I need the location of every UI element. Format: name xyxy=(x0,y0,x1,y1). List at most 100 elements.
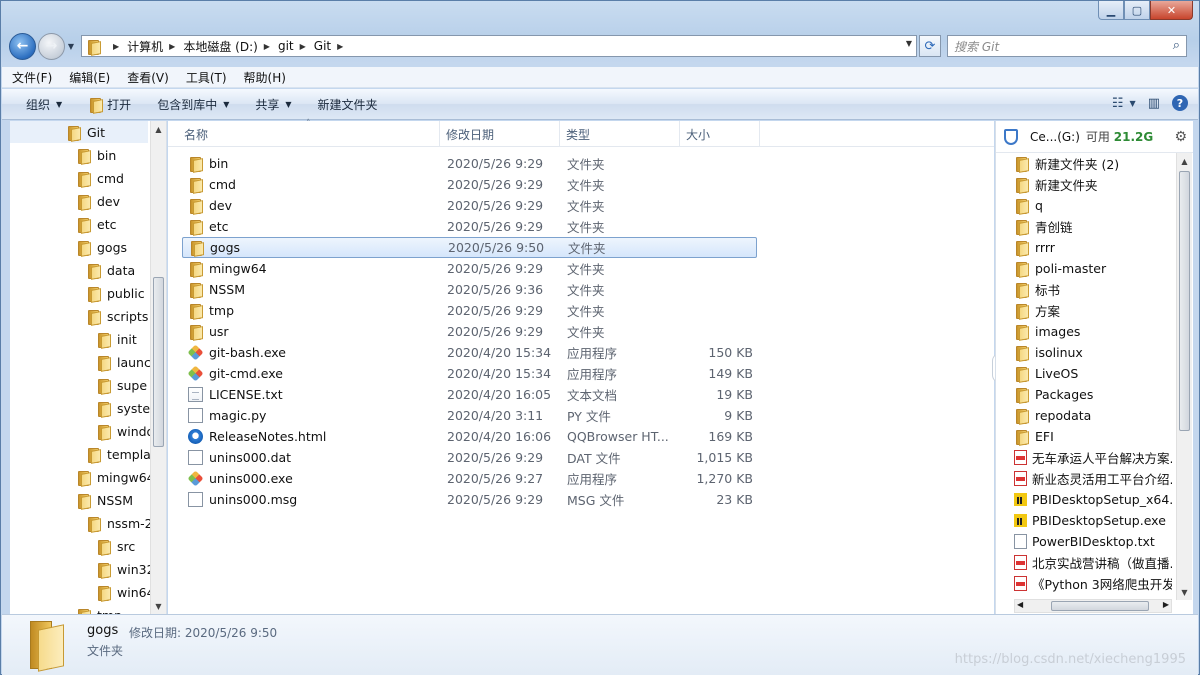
menu-edit[interactable]: 编辑(E) xyxy=(69,69,110,86)
file-row[interactable]: mingw64 2020/5/26 9:29 文件夹 xyxy=(182,258,757,279)
back-button[interactable]: ← xyxy=(9,32,36,60)
tree-item-bin[interactable]: bin xyxy=(76,144,116,166)
tree-scrollbar[interactable]: ▲ ▼ xyxy=(150,121,166,614)
tree-item-nssm[interactable]: NSSM xyxy=(76,489,133,511)
file-row[interactable]: magic.py 2020/4/20 3:11 PY 文件 9 KB xyxy=(182,405,757,426)
tree-item-win64[interactable]: win64 xyxy=(96,581,155,603)
history-dropdown-icon[interactable]: ▼ xyxy=(65,42,77,51)
tree-item-nssm-2[interactable]: nssm-2 xyxy=(86,512,153,534)
view-dropdown-icon[interactable]: ▼ xyxy=(1130,99,1136,108)
side-pane-item[interactable]: 方案 xyxy=(1014,300,1172,321)
file-row[interactable]: LICENSE.txt 2020/4/20 16:05 文本文档 19 KB xyxy=(182,384,757,405)
file-row[interactable]: git-cmd.exe 2020/4/20 15:34 应用程序 149 KB xyxy=(182,363,757,384)
share-button[interactable]: 共享 ▼ xyxy=(255,96,291,113)
tree-item-scripts[interactable]: scripts xyxy=(86,305,148,327)
side-pane-item[interactable]: rrrr xyxy=(1014,237,1172,258)
file-row[interactable]: tmp 2020/5/26 9:29 文件夹 xyxy=(182,300,757,321)
side-pane-item[interactable]: Packages xyxy=(1014,384,1172,405)
side-pane-item[interactable]: 青创链 xyxy=(1014,216,1172,237)
include-in-library-button[interactable]: 包含到库中 ▼ xyxy=(157,96,229,113)
side-pane-item[interactable]: PowerBIDesktop.txt xyxy=(1014,531,1172,552)
side-pane-item[interactable]: images xyxy=(1014,321,1172,342)
view-options-icon[interactable]: ☷ xyxy=(1112,96,1124,111)
side-scroll-thumb[interactable] xyxy=(1179,171,1190,431)
tree-item-data[interactable]: data xyxy=(86,259,135,281)
scroll-right-icon[interactable]: ▶ xyxy=(1163,600,1169,609)
side-pane-item[interactable]: 标书 xyxy=(1014,279,1172,300)
menu-help[interactable]: 帮助(H) xyxy=(244,69,286,86)
side-pane-item[interactable]: 新业态灵活用工平台介绍... xyxy=(1014,468,1172,489)
close-button[interactable]: ✕ xyxy=(1150,1,1193,20)
file-row[interactable]: git-bash.exe 2020/4/20 15:34 应用程序 150 KB xyxy=(182,342,757,363)
side-pane-item[interactable]: LiveOS xyxy=(1014,363,1172,384)
search-input[interactable]: 搜索 Git ⌕ xyxy=(947,35,1187,57)
side-pane-item[interactable]: isolinux xyxy=(1014,342,1172,363)
tree-item-cmd[interactable]: cmd xyxy=(76,167,124,189)
open-button[interactable]: 打开 xyxy=(88,96,131,113)
file-row[interactable]: dev 2020/5/26 9:29 文件夹 xyxy=(182,195,757,216)
side-pane-item[interactable]: repodata xyxy=(1014,405,1172,426)
tree-item-tmp[interactable]: tmp xyxy=(76,604,122,614)
file-row[interactable]: gogs 2020/5/26 9:50 文件夹 xyxy=(182,237,757,258)
column-date[interactable]: 修改日期 xyxy=(440,121,560,147)
file-row[interactable]: etc 2020/5/26 9:29 文件夹 xyxy=(182,216,757,237)
breadcrumb-drive-d[interactable]: 本地磁盘 (D:) ▶ xyxy=(183,38,278,55)
side-pane-item[interactable]: PBIDesktopSetup.exe xyxy=(1014,510,1172,531)
column-type[interactable]: 类型 xyxy=(560,121,680,147)
file-row[interactable]: NSSM 2020/5/26 9:36 文件夹 xyxy=(182,279,757,300)
breadcrumb-computer[interactable]: 计算机 ▶ xyxy=(127,38,183,55)
side-pane-item[interactable]: 新建文件夹 (2) xyxy=(1014,153,1172,174)
tree-item-mingw64[interactable]: mingw64 xyxy=(76,466,155,488)
side-pane-hscrollbar[interactable]: ◀ ▶ xyxy=(1014,599,1172,613)
tree-item-src[interactable]: src xyxy=(96,535,135,557)
help-icon[interactable]: ? xyxy=(1172,95,1188,111)
side-pane-item[interactable]: EFI xyxy=(1014,426,1172,447)
tree-item-launc[interactable]: launc xyxy=(96,351,151,373)
side-pane-item[interactable]: 《Python 3网络爬虫开发... xyxy=(1014,573,1172,594)
side-pane-item[interactable]: poli-master xyxy=(1014,258,1172,279)
tree-scroll-thumb[interactable] xyxy=(153,277,164,447)
tree-item-dev[interactable]: dev xyxy=(76,190,120,212)
side-pane-item[interactable]: 新建文件夹 xyxy=(1014,174,1172,195)
side-pane-item[interactable]: 北京实战营讲稿（做直播... xyxy=(1014,552,1172,573)
file-row[interactable]: usr 2020/5/26 9:29 文件夹 xyxy=(182,321,757,342)
hscroll-thumb[interactable] xyxy=(1051,601,1149,611)
organize-button[interactable]: 组织 ▼ xyxy=(26,96,62,113)
tree-item-public[interactable]: public xyxy=(86,282,145,304)
preview-pane-icon[interactable]: ▥ xyxy=(1148,96,1160,111)
tree-item-templa[interactable]: templa xyxy=(86,443,151,465)
file-row[interactable]: unins000.exe 2020/5/26 9:27 应用程序 1,270 KB xyxy=(182,468,757,489)
search-icon[interactable]: ⌕ xyxy=(1173,38,1180,53)
side-pane-scrollbar[interactable]: ▲ ▼ xyxy=(1176,153,1192,600)
tree-item-init[interactable]: init xyxy=(96,328,137,350)
side-pane-item[interactable]: PBIDesktopSetup_x64.exe xyxy=(1014,489,1172,510)
breadcrumb-git-lower[interactable]: git ▶ xyxy=(278,39,314,53)
tree-item-supe[interactable]: supe xyxy=(96,374,147,396)
tree-item-win32[interactable]: win32 xyxy=(96,558,155,580)
minimize-button[interactable]: ▁ xyxy=(1098,1,1124,20)
address-bar[interactable]: ▶ 计算机 ▶ 本地磁盘 (D:) ▶ git ▶ Git ▶ ▼ xyxy=(81,35,917,57)
refresh-button[interactable]: ⟳ xyxy=(919,35,941,57)
gear-icon[interactable]: ⚙ xyxy=(1174,129,1187,145)
file-row[interactable]: unins000.dat 2020/5/26 9:29 DAT 文件 1,015 KB xyxy=(182,447,757,468)
breadcrumb-separator[interactable]: ▶ xyxy=(107,42,127,51)
side-pane-item[interactable]: 无车承运人平台解决方案... xyxy=(1014,447,1172,468)
forward-button[interactable]: → xyxy=(38,32,65,60)
tree-item-windo[interactable]: windo xyxy=(96,420,154,442)
scroll-up-icon[interactable]: ▲ xyxy=(1177,153,1192,169)
file-row[interactable]: cmd 2020/5/26 9:29 文件夹 xyxy=(182,174,757,195)
tree-item-syste[interactable]: syste xyxy=(96,397,150,419)
scroll-down-icon[interactable]: ▼ xyxy=(1177,584,1192,600)
menu-file[interactable]: 文件(F) xyxy=(12,69,52,86)
scroll-left-icon[interactable]: ◀ xyxy=(1017,600,1023,609)
column-size[interactable]: 大小 xyxy=(680,121,760,147)
tree-item-etc[interactable]: etc xyxy=(76,213,116,235)
scroll-down-icon[interactable]: ▼ xyxy=(151,598,166,614)
file-row[interactable]: bin 2020/5/26 9:29 文件夹 xyxy=(182,153,757,174)
maximize-button[interactable]: ▢ xyxy=(1124,1,1150,20)
address-dropdown-icon[interactable]: ▼ xyxy=(906,39,912,48)
menu-view[interactable]: 查看(V) xyxy=(127,69,169,86)
scroll-up-icon[interactable]: ▲ xyxy=(151,121,166,137)
file-row[interactable]: unins000.msg 2020/5/26 9:29 MSG 文件 23 KB xyxy=(182,489,757,510)
breadcrumb-git[interactable]: Git ▶ xyxy=(314,39,352,53)
